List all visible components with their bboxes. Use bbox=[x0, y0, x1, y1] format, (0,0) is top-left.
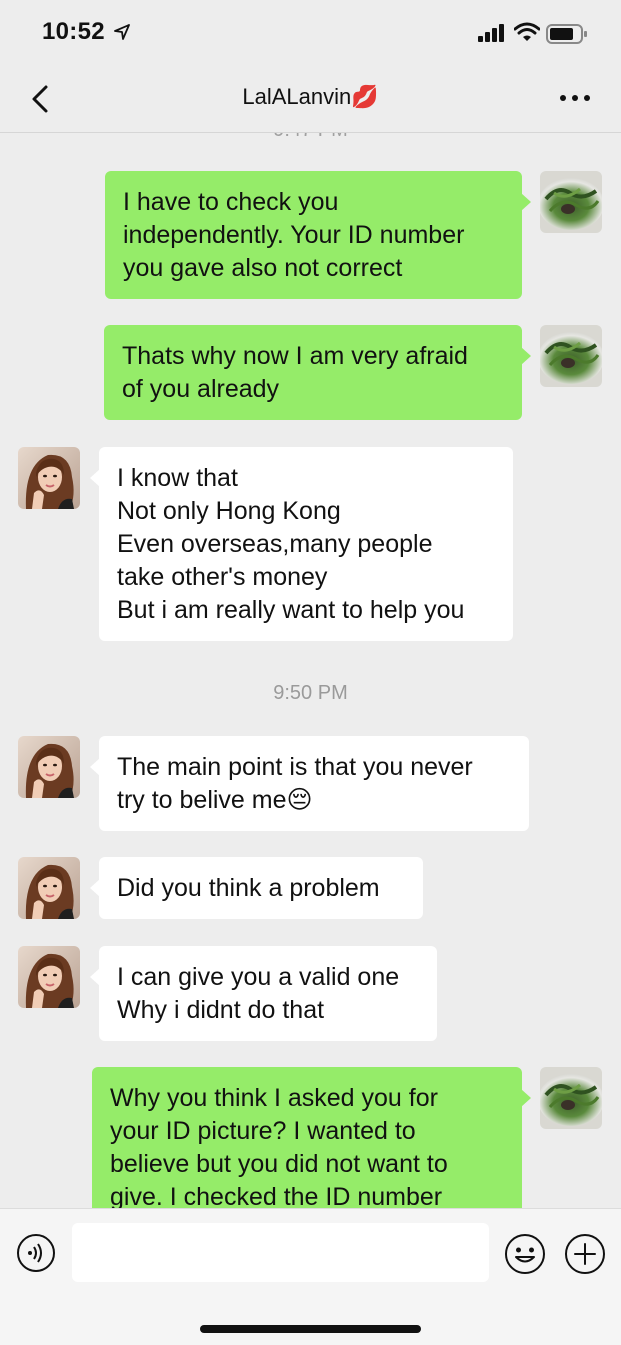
my-avatar[interactable] bbox=[540, 1067, 602, 1129]
message-bubble-received[interactable]: I know that Not only Hong Kong Even over… bbox=[90, 447, 513, 641]
message-bubble-received[interactable]: I can give you a valid one Why i didnt d… bbox=[90, 946, 437, 1041]
wifi-icon bbox=[514, 22, 540, 41]
more-icon[interactable] bbox=[559, 86, 591, 110]
signal-icon bbox=[478, 24, 504, 42]
chat-header: LalALanvin💋 bbox=[0, 66, 621, 133]
emoji-icon[interactable] bbox=[504, 1233, 546, 1275]
message-bubble-sent[interactable]: I have to check you independently. Your … bbox=[105, 171, 531, 299]
message-input[interactable] bbox=[72, 1223, 489, 1282]
home-indicator bbox=[200, 1325, 421, 1333]
status-bar: 10:52 bbox=[0, 0, 621, 66]
message-bubble-sent[interactable]: Thats why now I am very afraid of you al… bbox=[104, 325, 531, 420]
plus-icon[interactable] bbox=[564, 1233, 606, 1275]
contact-avatar[interactable] bbox=[18, 736, 80, 798]
timestamp: 9:47 PM bbox=[0, 133, 621, 142]
my-avatar[interactable] bbox=[540, 171, 602, 233]
contact-avatar[interactable] bbox=[18, 857, 80, 919]
location-arrow-icon bbox=[114, 24, 130, 40]
my-avatar[interactable] bbox=[540, 325, 602, 387]
timestamp: 9:50 PM bbox=[273, 682, 348, 704]
message-bubble-received[interactable]: The main point is that you never try to … bbox=[90, 736, 529, 831]
message-bubble-sent[interactable]: Why you think I asked you for your ID pi… bbox=[92, 1067, 531, 1208]
chat-title: LalALanvin💋 bbox=[242, 84, 379, 109]
contact-avatar[interactable] bbox=[18, 946, 80, 1008]
battery-icon bbox=[546, 24, 587, 44]
message-bubble-received[interactable]: Did you think a problem bbox=[90, 857, 423, 919]
contact-avatar[interactable] bbox=[18, 447, 80, 509]
status-time: 10:52 bbox=[42, 18, 105, 45]
voice-icon[interactable] bbox=[16, 1233, 56, 1273]
input-bar bbox=[0, 1208, 621, 1345]
message-list[interactable]: 9:47 PM I have to check you independentl… bbox=[0, 133, 621, 1208]
